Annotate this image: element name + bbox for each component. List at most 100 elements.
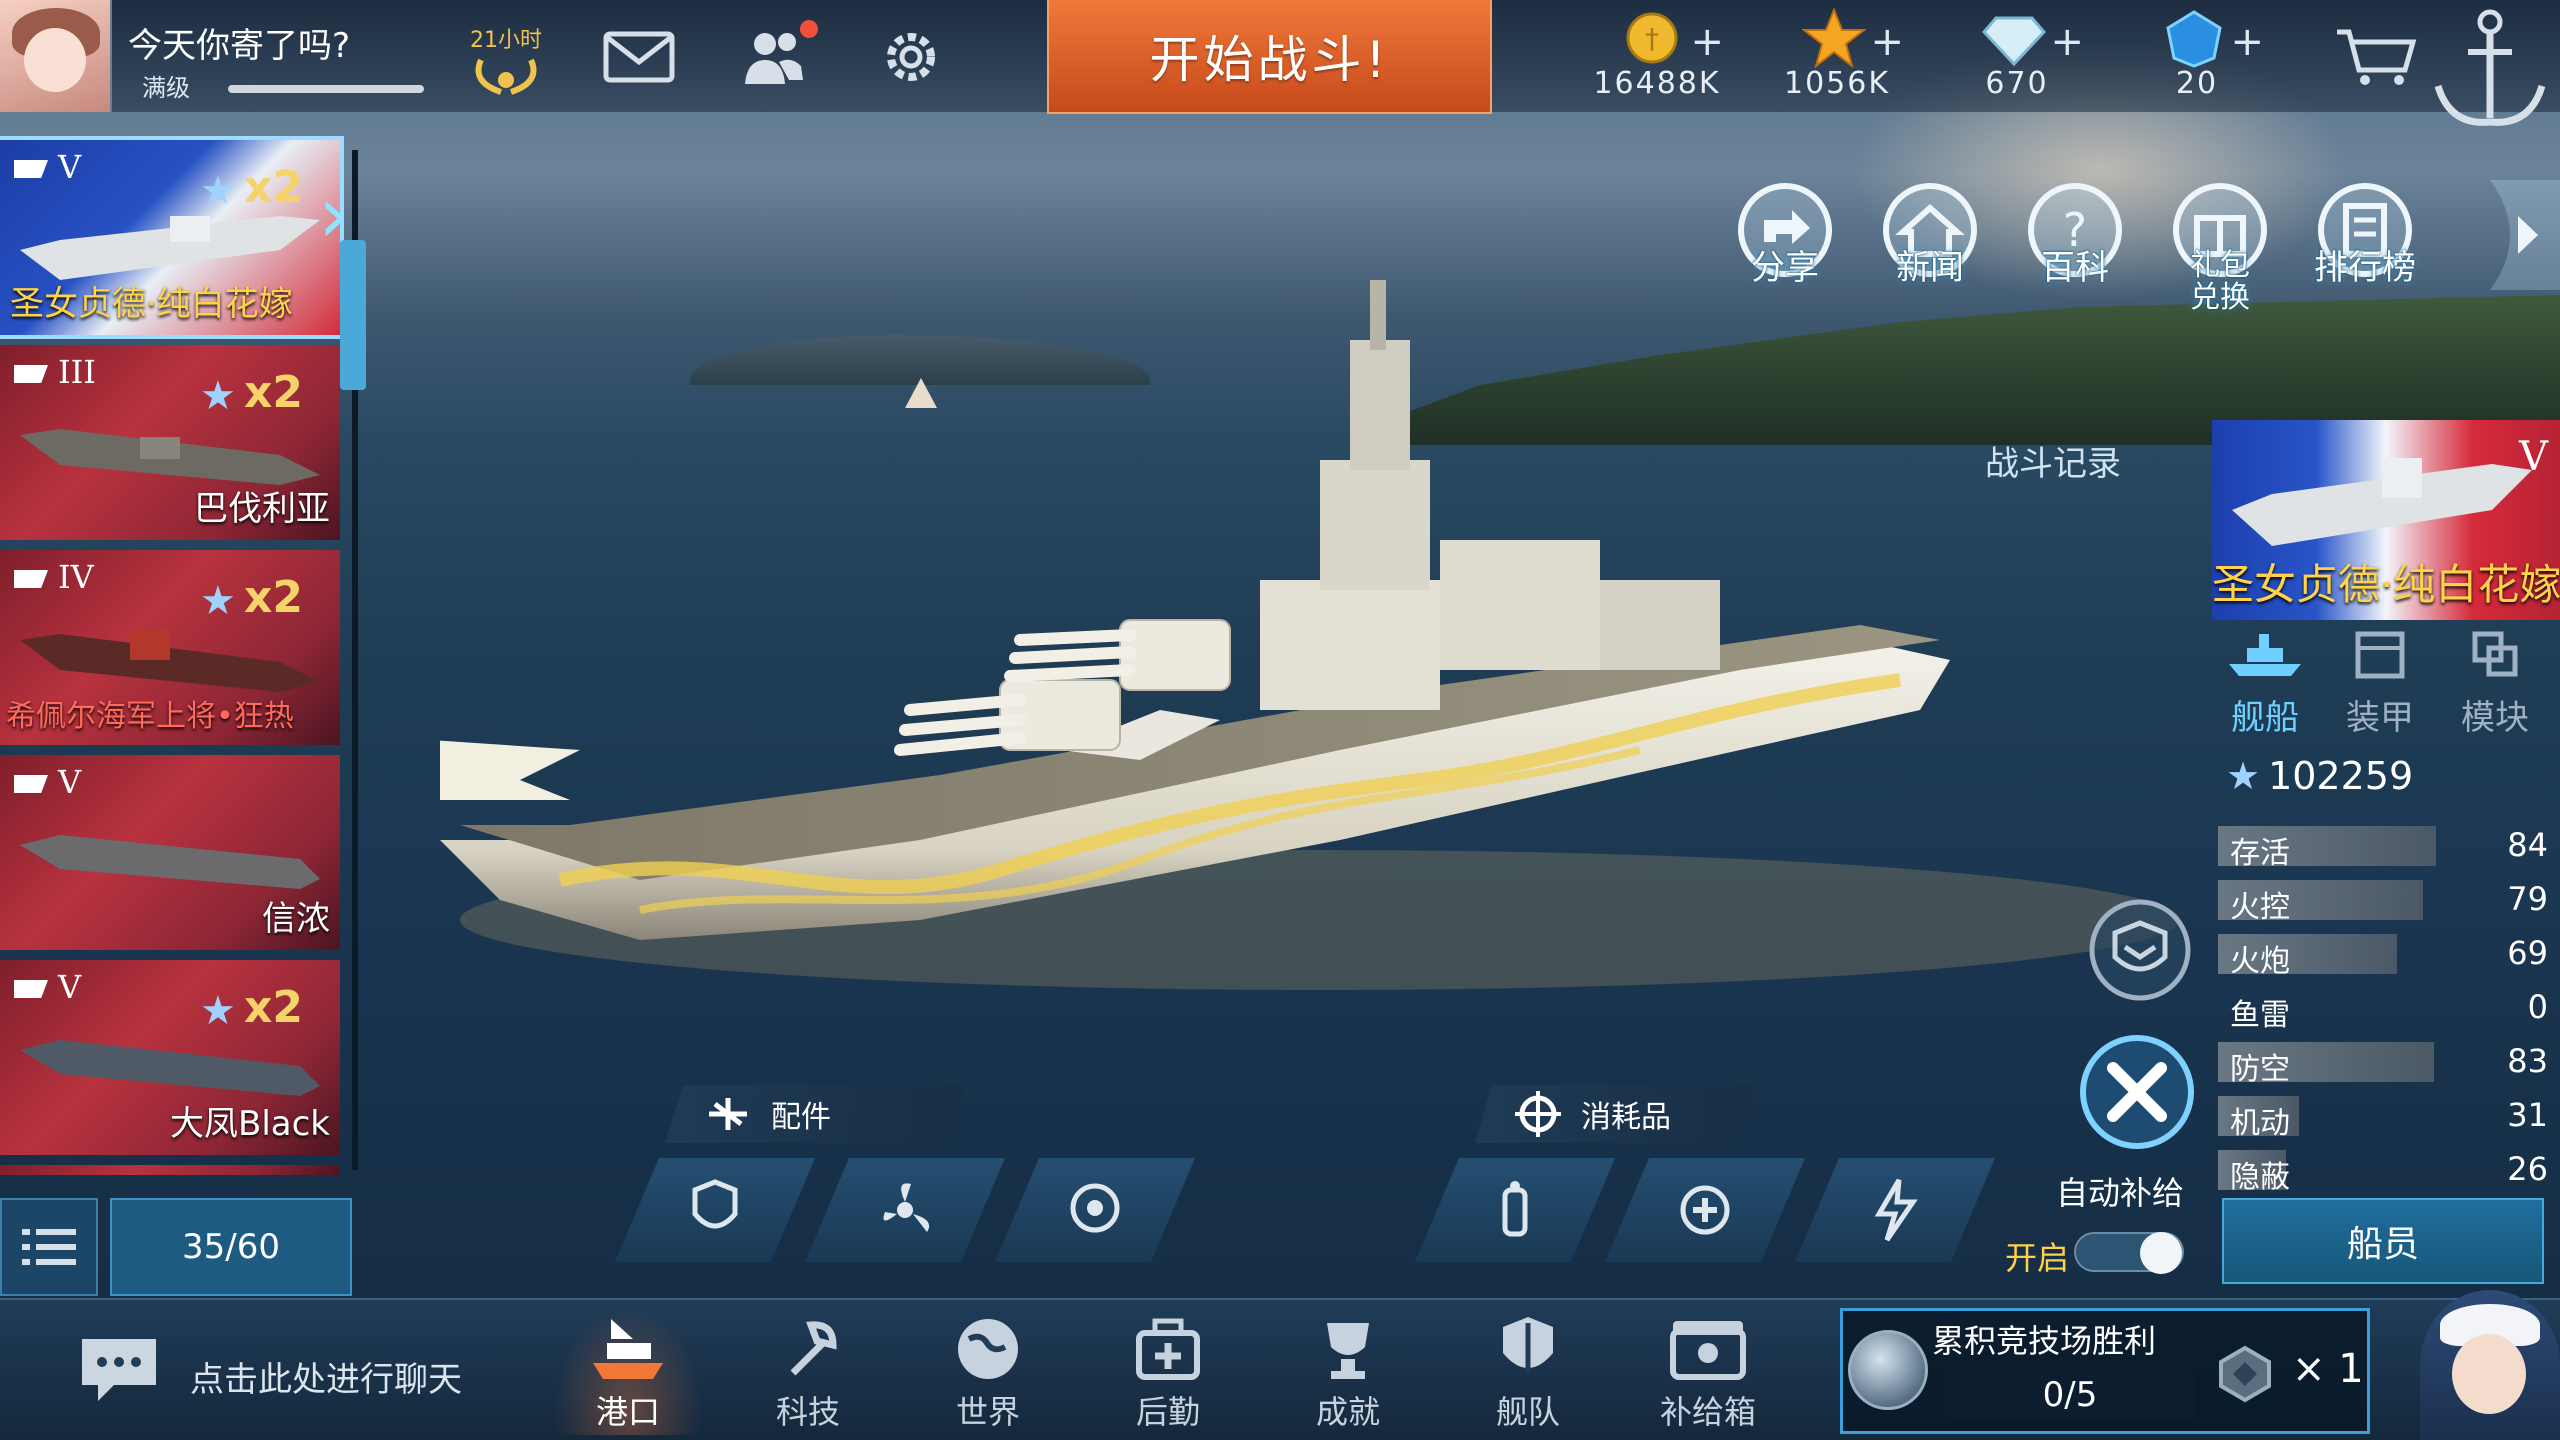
player-level: 满级: [142, 74, 190, 102]
nav-achievements[interactable]: 成就: [1273, 1305, 1423, 1435]
expand-arrow-icon[interactable]: [2490, 180, 2560, 290]
consumables-label: 消耗品: [1581, 1100, 1671, 1135]
selected-ship-banner[interactable]: V 圣女贞德·纯白花嫁: [2212, 420, 2560, 620]
ship-card-jeanne[interactable]: V ★ x2 圣女贞德·纯白花嫁: [0, 136, 344, 339]
tab-module[interactable]: 模块: [2440, 630, 2550, 740]
anchor-icon[interactable]: [2420, 0, 2560, 140]
battleship-model[interactable]: [440, 280, 2200, 1080]
share-label: 分享: [1751, 248, 1819, 288]
armor-upgrade-icon: [692, 1179, 738, 1229]
consumables-header: 消耗品: [1475, 1085, 1755, 1143]
star-icon: ★: [200, 373, 236, 419]
online-time-badge[interactable]: 21小时: [458, 22, 554, 102]
ship-tier: V: [14, 968, 81, 1006]
tab-armor[interactable]: 装甲: [2325, 630, 2435, 740]
crew-button[interactable]: 船员: [2222, 1198, 2544, 1284]
mail-icon[interactable]: [600, 22, 678, 92]
nav-world[interactable]: 世界: [913, 1305, 1063, 1435]
star-amount: 1056K: [1783, 66, 1891, 101]
battle-record-link[interactable]: 战斗记录: [1985, 436, 2121, 485]
add-star-icon[interactable]: +: [1870, 22, 1904, 62]
repair-tools-icon[interactable]: [2075, 1030, 2199, 1154]
selected-ship-tier: V: [2519, 434, 2548, 480]
engine-upgrade-icon: [883, 1183, 930, 1232]
ship-score: ★ 102259: [2226, 754, 2413, 798]
stat-row: 火炮 69: [2218, 934, 2548, 979]
dock-capacity-button[interactable]: 35/60: [110, 1198, 352, 1296]
gem-currency[interactable]: + 20: [2122, 0, 2272, 112]
encyclopedia-button[interactable]: ? 百科: [2015, 180, 2135, 310]
leaderboard-label: 排行榜: [2314, 248, 2416, 288]
star-icon: ★: [200, 578, 236, 624]
ship-multiplier: x2: [244, 982, 303, 1033]
ship-list-scroll-thumb[interactable]: [340, 240, 366, 390]
ship-hull-icon: [20, 630, 320, 692]
gift-exchange-button[interactable]: 礼包兑换: [2160, 180, 2280, 314]
list-icon: [22, 1229, 76, 1265]
armor-tab-icon: [2355, 631, 2405, 679]
add-gem-icon[interactable]: +: [2230, 22, 2264, 62]
ship-name: 圣女贞德·纯白花嫁: [10, 284, 293, 324]
ship-tier: V: [14, 148, 81, 186]
stat-label: 火炮: [2230, 944, 2290, 979]
ship-card-taiho[interactable]: V ★ x2 大凤Black: [0, 960, 340, 1155]
nav-fleet[interactable]: 舰队: [1453, 1305, 1603, 1435]
fleet-icon: [1503, 1317, 1553, 1373]
news-label: 新闻: [1896, 248, 1964, 288]
chevron-right-icon[interactable]: ›: [318, 175, 350, 255]
tab-ship[interactable]: 舰船: [2210, 630, 2320, 740]
shield-chevron-icon[interactable]: [2085, 895, 2195, 1005]
gold-coin-icon: †: [1626, 12, 1678, 64]
ship-hull-icon: [2232, 458, 2532, 546]
module-tab-icon: [2472, 631, 2518, 677]
ship-card-shinano[interactable]: V 信浓: [0, 755, 340, 950]
ship-card-hipper[interactable]: IV ★ x2 希佩尔海军上将•狂热: [0, 550, 340, 745]
auto-supply-state: 开启: [2005, 1239, 2070, 1277]
captain-avatar[interactable]: [2420, 1290, 2560, 1440]
repair-kit-icon: [1680, 1185, 1730, 1235]
accessories-label: 配件: [771, 1100, 831, 1135]
ship-card-next[interactable]: [0, 1165, 340, 1175]
settings-icon[interactable]: [872, 22, 950, 92]
start-battle-button[interactable]: 开始战斗!: [1047, 0, 1492, 114]
auto-supply-toggle[interactable]: [2074, 1232, 2184, 1274]
encyclopedia-label: 百科: [2041, 248, 2109, 288]
add-gold-icon[interactable]: +: [1690, 22, 1724, 62]
gem-amount: 20: [2175, 66, 2219, 101]
achievements-icon: [1327, 1323, 1369, 1379]
stat-label: 鱼雷: [2230, 998, 2290, 1033]
arena-medal-icon: [1848, 1330, 1928, 1410]
list-view-button[interactable]: [0, 1198, 98, 1296]
accessories-header: 配件: [665, 1085, 965, 1143]
stat-row: 防空 83: [2218, 1042, 2548, 1087]
ship-card-bavaria[interactable]: III ★ x2 巴伐利亚: [0, 345, 340, 540]
nav-supply-box[interactable]: 补给箱: [1633, 1305, 1783, 1435]
nav-harbor[interactable]: 港口: [553, 1305, 703, 1435]
star-icon: ★: [200, 168, 236, 214]
leaderboard-button[interactable]: 排行榜: [2305, 180, 2425, 310]
diamond-currency[interactable]: + 670: [1942, 0, 2092, 112]
chat-bubble-icon[interactable]: [78, 1335, 160, 1407]
star-currency[interactable]: + 1056K: [1762, 0, 1912, 112]
ship-list[interactable]: V ★ x2 圣女贞德·纯白花嫁 III ★ x2 巴伐利亚 IV ★ x2 希…: [0, 136, 360, 1175]
news-button[interactable]: 新闻: [1870, 180, 1990, 310]
nav-logistics-label: 后勤: [1135, 1393, 1200, 1431]
star-icon: ★: [200, 988, 236, 1034]
nav-technology[interactable]: 科技: [733, 1305, 883, 1435]
ship-name: 巴伐利亚: [194, 489, 330, 529]
player-avatar[interactable]: [0, 0, 112, 112]
diamond-amount: 670: [1985, 66, 2049, 101]
arena-quest-title: 累积竞技场胜利: [1932, 1322, 2157, 1360]
nav-harbor-label: 港口: [595, 1393, 660, 1431]
ship-tab-icon: [2229, 634, 2301, 676]
auto-supply-label: 自动补给: [2056, 1174, 2185, 1212]
chat-prompt[interactable]: 点击此处进行聊天: [190, 1352, 462, 1401]
share-button[interactable]: 分享: [1725, 180, 1845, 310]
nav-logistics[interactable]: 后勤: [1093, 1305, 1243, 1435]
gold-currency[interactable]: † + 16488K: [1582, 0, 1732, 112]
add-diamond-icon[interactable]: +: [2050, 22, 2084, 62]
ship-tier: IV: [14, 558, 94, 596]
crosshair-icon: [1515, 1091, 1561, 1137]
shop-cart-icon[interactable]: [2333, 26, 2419, 88]
tab-module-label: 模块: [2461, 698, 2529, 738]
